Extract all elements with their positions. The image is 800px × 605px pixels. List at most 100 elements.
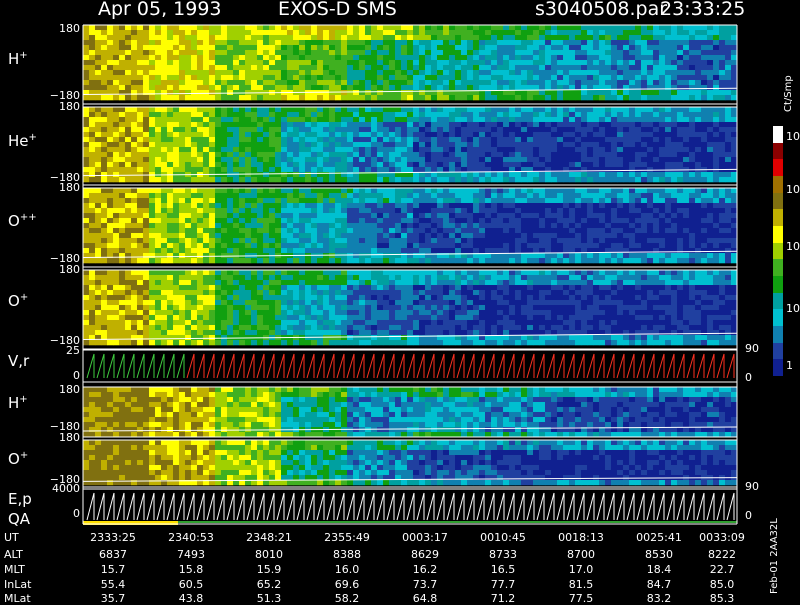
spectrogram-cell xyxy=(371,213,378,219)
spectrogram-cell xyxy=(233,218,240,224)
spectrogram-cell xyxy=(515,60,522,66)
spectrogram-cell xyxy=(491,137,498,143)
spectrogram-cell xyxy=(203,70,210,76)
spectrogram-cell xyxy=(257,25,264,31)
spectrogram-cell xyxy=(395,50,402,56)
spectrogram-cell xyxy=(203,35,210,41)
spectrogram-cell xyxy=(569,243,576,249)
spectrogram-cell xyxy=(89,112,96,118)
spectrogram-cell xyxy=(551,80,558,86)
spectrogram-cell xyxy=(581,218,588,224)
spectrogram-cell xyxy=(419,142,426,148)
spectrogram-cell xyxy=(131,50,138,56)
spectrogram-cell xyxy=(101,270,108,276)
spectrogram-cell xyxy=(623,223,630,229)
spectrogram-cell xyxy=(419,122,426,128)
spectrogram-cell xyxy=(383,90,390,96)
spectrogram-cell xyxy=(305,162,312,168)
spectrogram-cell xyxy=(473,70,480,76)
spectrogram-cell xyxy=(515,45,522,51)
spectrogram-cell xyxy=(311,132,318,138)
spectrogram-cell xyxy=(509,243,516,249)
spectrogram-cell xyxy=(563,213,570,219)
spectrogram-cell xyxy=(245,85,252,91)
spectrogram-cell xyxy=(533,147,540,153)
spectrogram-cell xyxy=(365,167,372,173)
spectrogram-cell xyxy=(473,35,480,41)
spectrogram-cell xyxy=(167,90,174,96)
spectrogram-cell xyxy=(119,238,126,244)
spectrogram-cell xyxy=(425,142,432,148)
spectrogram-cell xyxy=(485,127,492,133)
spectrogram-cell xyxy=(647,228,654,234)
spectrogram-cell xyxy=(131,30,138,36)
spectrogram-cell xyxy=(443,45,450,51)
spectrogram-cell xyxy=(125,228,132,234)
spectrogram-cell xyxy=(275,218,282,224)
spectrogram-cell xyxy=(455,80,462,86)
spectrogram-cell xyxy=(605,223,612,229)
spectrogram-cell xyxy=(647,167,654,173)
spectrogram-cell xyxy=(497,30,504,36)
spectrogram-cell xyxy=(119,107,126,113)
spectrogram-cell xyxy=(299,50,306,56)
spectrogram-cell xyxy=(221,162,228,168)
spectrogram-cell xyxy=(449,142,456,148)
spectrogram-cell xyxy=(125,223,132,229)
spectrogram-cell xyxy=(389,203,396,209)
spectrogram-cell xyxy=(485,177,492,183)
spectrogram-cell xyxy=(323,218,330,224)
spectrogram-cell xyxy=(107,193,114,199)
spectrogram-cell xyxy=(479,45,486,51)
spectrogram-cell xyxy=(233,157,240,163)
spectrogram-cell xyxy=(197,40,204,46)
spectrogram-cell xyxy=(671,127,678,133)
spectrogram-cell xyxy=(509,188,516,194)
spectrogram-cell xyxy=(509,107,516,113)
spectrogram-cell xyxy=(707,172,714,178)
spectrogram-cell xyxy=(599,107,606,113)
spectrogram-cell xyxy=(659,127,666,133)
spectrogram-cell xyxy=(119,40,126,46)
spectrogram-cell xyxy=(527,90,534,96)
spectrogram-cell xyxy=(593,55,600,61)
spectrogram-cell xyxy=(137,40,144,46)
spectrogram-cell xyxy=(431,208,438,214)
spectrogram-cell xyxy=(713,223,720,229)
spectrogram-cell xyxy=(299,60,306,66)
spectrogram-cell xyxy=(371,55,378,61)
spectrogram-cell xyxy=(647,127,654,133)
spectrogram-cell xyxy=(401,132,408,138)
spectrogram-cell xyxy=(635,132,642,138)
spectrogram-cell xyxy=(347,188,354,194)
spectrogram-cell xyxy=(83,208,90,214)
spectrogram-cell xyxy=(293,127,300,133)
spectrogram-cell xyxy=(359,152,366,158)
spectrogram-cell xyxy=(647,75,654,81)
spectrogram-cell xyxy=(605,243,612,249)
spectrogram-cell xyxy=(629,258,636,264)
spectrogram-cell xyxy=(527,223,534,229)
spectrogram-cell xyxy=(383,142,390,148)
spectrogram-cell xyxy=(239,50,246,56)
spectrogram-cell xyxy=(473,75,480,81)
spectrogram-cell xyxy=(413,35,420,41)
spectrogram-cell xyxy=(233,243,240,249)
spectrogram-cell xyxy=(629,50,636,56)
spectrogram-cell xyxy=(659,248,666,254)
spectrogram-cell xyxy=(383,45,390,51)
spectrogram-cell xyxy=(131,258,138,264)
spectrogram-cell xyxy=(353,75,360,81)
spectrogram-cell xyxy=(251,203,258,209)
spectrogram-cell xyxy=(83,305,90,311)
spectrogram-cell xyxy=(617,50,624,56)
spectrogram-cell xyxy=(425,258,432,264)
spectrogram-cell xyxy=(341,127,348,133)
spectrogram-cell xyxy=(305,228,312,234)
spectrogram-cell xyxy=(587,40,594,46)
spectrogram-cell xyxy=(563,65,570,71)
spectrogram-cell xyxy=(275,95,282,101)
spectrogram-cell xyxy=(341,203,348,209)
spectrogram-cell xyxy=(119,208,126,214)
spectrogram-cell xyxy=(479,50,486,56)
